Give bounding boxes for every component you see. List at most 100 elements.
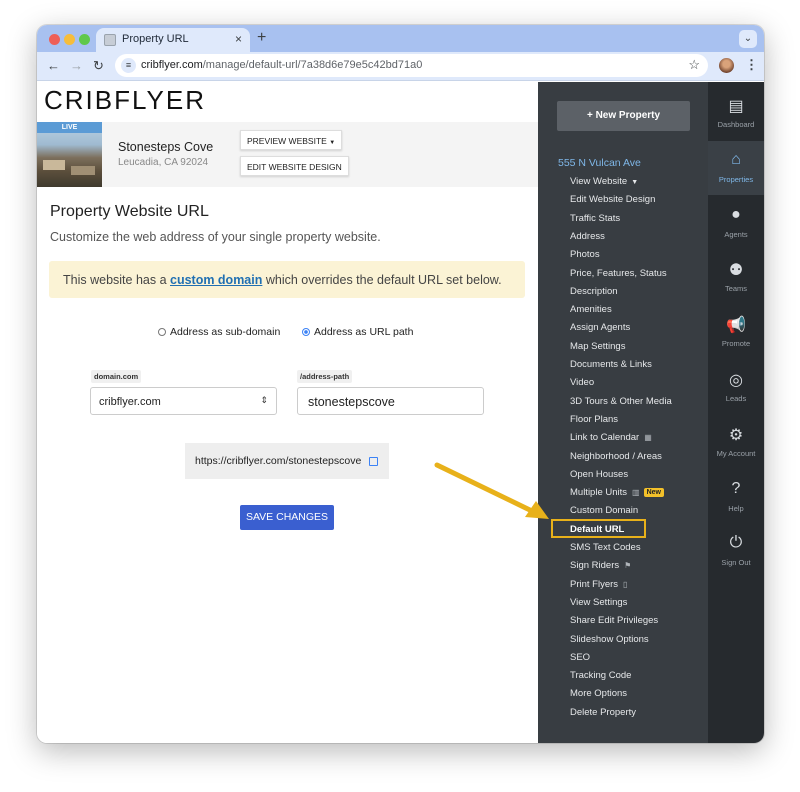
address-path-value: stonestepscove bbox=[308, 395, 395, 409]
sidebar-item[interactable]: Video bbox=[570, 377, 594, 395]
sidebar-item[interactable]: Traffic Stats bbox=[570, 213, 620, 231]
sidebar-item[interactable]: Link to Calendar ▦ bbox=[570, 432, 652, 450]
sidebar-item[interactable]: Delete Property bbox=[570, 707, 636, 725]
site-info-icon[interactable]: ≡ bbox=[121, 58, 136, 73]
live-badge: LIVE bbox=[37, 122, 102, 133]
radio-url-path[interactable]: Address as URL path bbox=[302, 326, 413, 338]
sidebar-item[interactable]: Assign Agents bbox=[570, 322, 630, 340]
select-arrows-icon: ⇕ bbox=[260, 395, 268, 405]
browser-menu-icon[interactable]: ⋮ bbox=[745, 57, 758, 73]
rail-item[interactable]: ▤ Dashboard bbox=[708, 86, 764, 140]
property-thumbnail[interactable]: LIVE bbox=[37, 122, 102, 187]
sidebar-item[interactable]: More Options bbox=[570, 688, 627, 706]
thumbnail-detail bbox=[43, 160, 65, 170]
notice-suffix: which overrides the default URL set belo… bbox=[262, 273, 502, 287]
forward-arrow-icon[interactable]: → bbox=[70, 58, 83, 73]
sidebar-item[interactable]: Edit Website Design bbox=[570, 194, 655, 212]
sidebar-item[interactable]: View Website ▼ bbox=[570, 176, 638, 194]
sidebar-item-label: Floor Plans bbox=[570, 413, 619, 425]
minimize-window-button[interactable] bbox=[64, 34, 75, 45]
close-window-button[interactable] bbox=[49, 34, 60, 45]
sidebar-item[interactable]: View Settings bbox=[570, 597, 627, 615]
domain-select[interactable]: cribflyer.com ⇕ bbox=[90, 387, 277, 415]
sidebar-item[interactable]: Map Settings bbox=[570, 341, 625, 359]
profile-avatar[interactable] bbox=[719, 58, 734, 73]
maximize-window-button[interactable] bbox=[79, 34, 90, 45]
path-field-label: /address-path bbox=[297, 370, 353, 383]
sidebar-item[interactable]: Photos bbox=[570, 249, 600, 267]
address-path-input[interactable]: stonestepscove bbox=[297, 387, 484, 415]
radio-url-path-circle[interactable] bbox=[302, 328, 310, 336]
url-preview-box: https://cribflyer.com/stonestepscove bbox=[185, 443, 389, 479]
cribflyer-logo[interactable]: CRIBFLYER bbox=[44, 85, 206, 116]
property-header: LIVE Stonesteps Cove Leucadia, CA 92024 … bbox=[37, 122, 538, 187]
page-subtitle: Customize the web address of your single… bbox=[50, 230, 381, 244]
rail-label: Teams bbox=[724, 284, 748, 294]
sidebar-item-label: View Website bbox=[570, 176, 628, 187]
sidebar-item[interactable]: Share Edit Privileges bbox=[570, 615, 658, 633]
close-tab-icon[interactable]: × bbox=[235, 32, 242, 46]
url-preview-text[interactable]: https://cribflyer.com/stonestepscove bbox=[195, 455, 361, 467]
sidebar-item-label: Map Settings bbox=[570, 340, 626, 352]
rail-label: Promote bbox=[721, 339, 751, 349]
new-tab-button[interactable]: + bbox=[257, 29, 266, 47]
sidebar-item[interactable]: Floor Plans bbox=[570, 414, 618, 432]
custom-domain-link[interactable]: custom domain bbox=[170, 273, 262, 287]
tab-search-button[interactable]: ⌄ bbox=[739, 30, 757, 48]
sidebar-item-label: Slideshow Options bbox=[570, 633, 649, 645]
plus-icon: + bbox=[586, 110, 596, 121]
sidebar-item[interactable]: 3D Tours & Other Media bbox=[570, 396, 672, 414]
rail-item[interactable]: ⏻ Sign Out bbox=[708, 524, 764, 578]
sidebar-item[interactable]: SEO bbox=[570, 652, 590, 670]
reload-icon[interactable]: ↻ bbox=[93, 58, 104, 74]
save-changes-button[interactable]: SAVE CHANGES bbox=[240, 505, 334, 530]
preview-website-label: PREVIEW WEBSITE bbox=[247, 136, 327, 146]
sidebar-item[interactable]: Slideshow Options bbox=[570, 634, 649, 652]
agent-icon: ● bbox=[731, 205, 741, 223]
sidebar-item-label: Print Flyers bbox=[570, 578, 619, 590]
sidebar-item[interactable]: Address bbox=[570, 231, 605, 249]
edit-website-design-button[interactable]: EDIT WEBSITE DESIGN bbox=[240, 156, 349, 176]
sidebar-item-label: Assign Agents bbox=[570, 322, 631, 334]
copy-link-icon[interactable] bbox=[369, 457, 378, 466]
rail-item[interactable]: ? Help bbox=[708, 470, 764, 524]
sidebar-item[interactable]: Price, Features, Status bbox=[570, 268, 667, 286]
sidebar-item[interactable]: Description bbox=[570, 286, 618, 304]
sidebar-item[interactable]: Multiple Units ▥ New bbox=[570, 487, 664, 505]
sidebar-item[interactable]: Documents & Links bbox=[570, 359, 652, 377]
sidebar-item-label: Custom Domain bbox=[570, 505, 639, 517]
property-city: Leucadia, CA 92024 bbox=[118, 157, 209, 168]
bookmark-star-icon[interactable]: ☆ bbox=[688, 57, 700, 73]
back-arrow-icon[interactable]: ← bbox=[47, 58, 60, 73]
sidebar-item-label: Photos bbox=[570, 249, 600, 261]
tab-strip: Property URL × + ⌄ bbox=[37, 25, 764, 52]
browser-tab[interactable]: Property URL × bbox=[96, 28, 250, 52]
gear-icon: ⚙ bbox=[728, 426, 744, 444]
sidebar-item[interactable]: Print Flyers ▯ bbox=[570, 579, 627, 597]
sidebar-item[interactable]: Tracking Code bbox=[570, 670, 631, 688]
address-bar[interactable]: ≡ cribflyer.com/manage/default-url/7a38d… bbox=[115, 54, 708, 77]
preview-website-button[interactable]: PREVIEW WEBSITE ▼ bbox=[240, 130, 343, 150]
rail-item[interactable]: ◎ Leads bbox=[708, 360, 764, 414]
sidebar-item[interactable]: Sign Riders ⚑ bbox=[570, 560, 631, 578]
sidebar-item[interactable]: Amenities bbox=[570, 304, 612, 322]
rail-item[interactable]: ● Agents bbox=[708, 196, 764, 250]
rail-label: My Account bbox=[716, 448, 756, 458]
sidebar-item[interactable]: SMS Text Codes bbox=[570, 542, 641, 560]
rail-item[interactable]: ⌂ Properties bbox=[708, 140, 764, 195]
page-title: Property Website URL bbox=[50, 203, 209, 220]
sidebar-item[interactable]: Open Houses bbox=[570, 469, 628, 487]
rail-item[interactable]: 📢 Promote bbox=[708, 305, 764, 359]
radio-subdomain[interactable]: Address as sub-domain bbox=[158, 326, 280, 338]
radio-subdomain-circle[interactable] bbox=[158, 328, 166, 336]
sidebar-item-label: Neighborhood / Areas bbox=[570, 450, 662, 462]
rail-item[interactable]: ⚙ My Account bbox=[708, 415, 764, 469]
sidebar-property-address[interactable]: 555 N Vulcan Ave bbox=[558, 157, 641, 169]
notice-text: This website has a custom domain which o… bbox=[63, 273, 502, 287]
domain-field-label: domain.com bbox=[91, 370, 142, 383]
sign-icon: ⚑ bbox=[624, 561, 632, 571]
new-property-button[interactable]: + New Property bbox=[557, 101, 690, 131]
property-name: Stonesteps Cove bbox=[118, 140, 214, 154]
rail-item[interactable]: ⚉ Teams bbox=[708, 250, 764, 304]
sidebar-item[interactable]: Neighborhood / Areas bbox=[570, 451, 662, 469]
